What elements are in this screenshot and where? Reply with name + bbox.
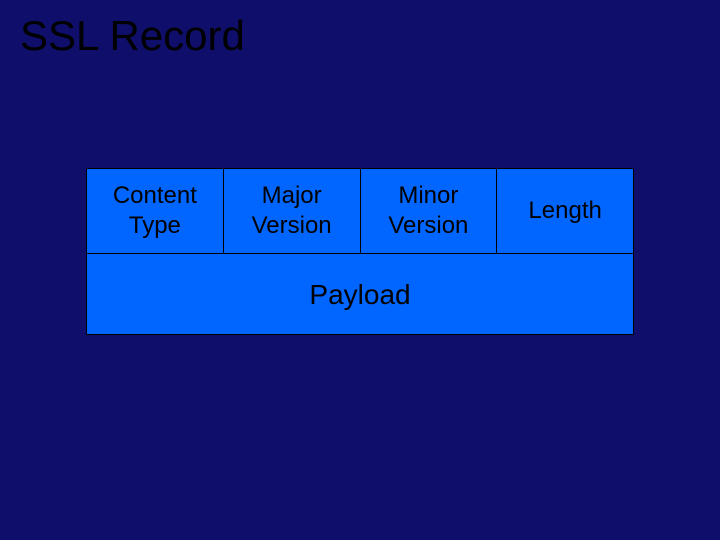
ssl-record-diagram: ContentType MajorVersion MinorVersion Le… — [86, 168, 634, 335]
page-title: SSL Record — [20, 12, 245, 60]
cell-content-type: ContentType — [87, 169, 224, 254]
header-row: ContentType MajorVersion MinorVersion Le… — [87, 169, 634, 254]
cell-payload: Payload — [87, 254, 634, 335]
ssl-record-table: ContentType MajorVersion MinorVersion Le… — [86, 168, 634, 335]
cell-length: Length — [497, 169, 634, 254]
cell-major-version: MajorVersion — [223, 169, 360, 254]
cell-minor-version: MinorVersion — [360, 169, 497, 254]
payload-row: Payload — [87, 254, 634, 335]
